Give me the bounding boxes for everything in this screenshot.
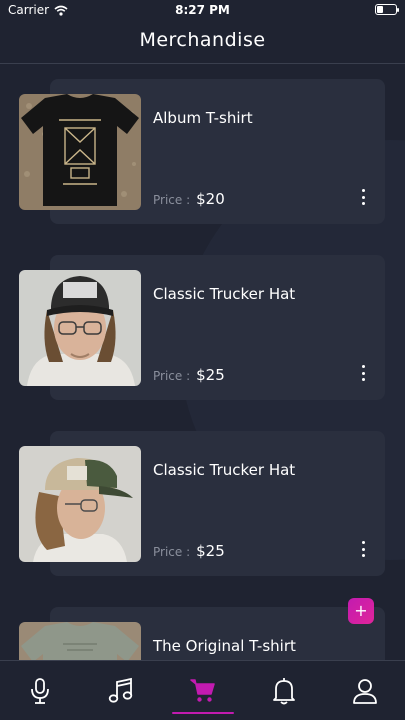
more-options-button[interactable] <box>355 539 371 559</box>
grey-tshirt-image <box>19 622 141 660</box>
bell-icon <box>273 678 295 705</box>
tab-profile[interactable] <box>335 661 395 720</box>
price-row: Price : $20 <box>153 190 225 208</box>
navigation-bar: Merchandise <box>0 20 405 64</box>
more-options-button[interactable] <box>355 363 371 383</box>
user-icon <box>353 679 377 704</box>
tab-notifications[interactable] <box>254 661 314 720</box>
price-value: $20 <box>196 190 225 208</box>
price-row: Price : $25 <box>153 366 225 384</box>
tab-bar <box>0 660 405 720</box>
black-tshirt-image <box>19 94 141 210</box>
product-name: Classic Trucker Hat <box>153 461 296 479</box>
price-row: Price : $25 <box>153 542 225 560</box>
clock: 8:27 PM <box>175 3 230 17</box>
product-name: Album T-shirt <box>153 109 253 127</box>
product-list[interactable]: Album T-shirt Price : $20 Classic Trucke… <box>0 65 405 660</box>
status-bar: Carrier 8:27 PM <box>0 0 405 20</box>
price-label: Price : <box>153 545 191 559</box>
page-title: Merchandise <box>139 29 266 51</box>
tab-microphone[interactable] <box>10 661 70 720</box>
more-options-button[interactable] <box>355 187 371 207</box>
merchandise-screen: Carrier 8:27 PM Merchandise Album T-shir… <box>0 0 405 720</box>
product-thumbnail[interactable] <box>19 270 141 386</box>
battery-icon <box>375 4 399 15</box>
battery-level <box>377 6 383 13</box>
price-label: Price : <box>153 193 191 207</box>
man-tan-trucker-hat-image <box>19 446 141 562</box>
product-thumbnail[interactable] <box>19 622 141 660</box>
man-black-trucker-hat-image <box>19 270 141 386</box>
active-tab-indicator <box>172 712 234 714</box>
cart-icon <box>190 679 215 702</box>
price-label: Price : <box>153 369 191 383</box>
music-note-icon <box>108 677 133 703</box>
tab-music[interactable] <box>91 661 151 720</box>
product-thumbnail[interactable] <box>19 446 141 562</box>
price-value: $25 <box>196 542 225 560</box>
microphone-icon <box>31 678 49 704</box>
price-value: $25 <box>196 366 225 384</box>
product-thumbnail[interactable] <box>19 94 141 210</box>
product-name: The Original T-shirt <box>153 637 296 655</box>
add-button[interactable]: + <box>348 598 374 624</box>
product-name: Classic Trucker Hat <box>153 285 296 303</box>
